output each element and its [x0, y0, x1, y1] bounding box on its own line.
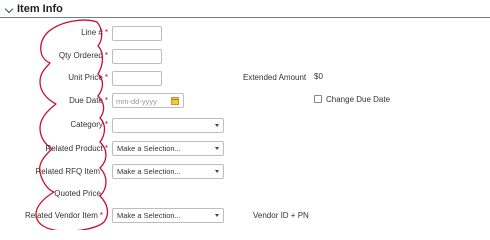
required-marker: * — [99, 211, 103, 220]
required-marker: * — [104, 96, 108, 105]
qty-ordered-label: Qty Ordered * — [58, 51, 108, 60]
related-product-select-value: Make a Selection... — [117, 144, 181, 153]
extended-amount-label: Extended Amount — [243, 73, 307, 82]
related-rfq-item-label: Related RFQ Item — [35, 167, 100, 176]
category-select[interactable] — [112, 118, 224, 133]
change-due-date-label: Change Due Date — [326, 95, 391, 104]
required-marker: * — [104, 73, 108, 82]
dropdown-arrow-icon — [215, 170, 219, 173]
related-rfq-item-select[interactable]: Make a Selection... — [112, 164, 224, 179]
extended-amount-value: $0 — [314, 72, 323, 81]
required-marker: * — [104, 120, 108, 129]
related-product-label: Related Product * — [45, 144, 109, 153]
related-product-select[interactable]: Make a Selection... — [112, 141, 224, 156]
section-title: Item Info — [17, 3, 63, 15]
due-date-input[interactable] — [116, 96, 168, 106]
change-due-date-checkbox[interactable] — [314, 95, 322, 103]
calendar-icon[interactable] — [171, 97, 179, 105]
required-marker: * — [104, 144, 108, 153]
chevron-down-icon[interactable] — [4, 4, 14, 14]
quoted-price-label: Quoted Price — [54, 189, 101, 198]
related-vendor-item-label: Related Vendor Item * — [24, 211, 103, 220]
line-number-label: Line # * — [81, 28, 108, 37]
related-vendor-item-select[interactable]: Make a Selection... — [112, 208, 224, 223]
due-date-label: Due Date * — [69, 96, 108, 105]
unit-price-input[interactable] — [112, 71, 162, 86]
dropdown-arrow-icon — [215, 124, 219, 127]
dropdown-arrow-icon — [215, 147, 219, 150]
category-label: Category * — [70, 120, 108, 129]
required-marker: * — [104, 51, 108, 60]
section-header[interactable]: Item Info — [0, 0, 490, 18]
unit-price-label: Unit Price * — [68, 73, 108, 82]
line-number-input[interactable] — [112, 26, 162, 41]
qty-ordered-input[interactable] — [112, 49, 162, 64]
due-date-field[interactable] — [112, 93, 184, 108]
required-marker: * — [104, 28, 108, 37]
vendor-id-pn-label: Vendor ID + PN — [253, 211, 309, 220]
section-divider — [0, 17, 490, 18]
related-vendor-item-select-value: Make a Selection... — [117, 211, 181, 220]
related-rfq-item-select-value: Make a Selection... — [117, 167, 181, 176]
dropdown-arrow-icon — [215, 214, 219, 217]
